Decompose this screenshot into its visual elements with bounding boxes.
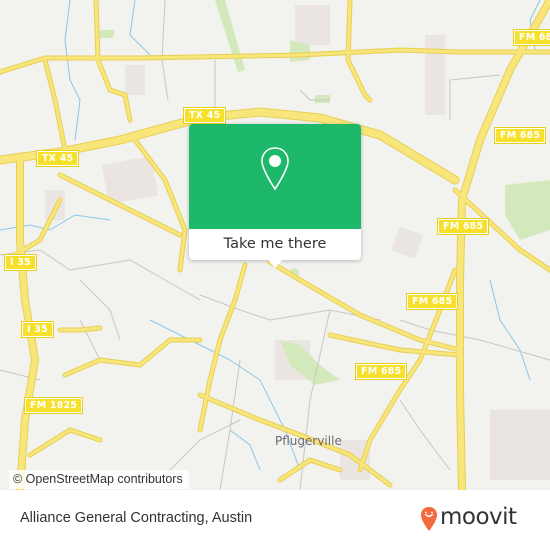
road-shield-tx45: TX 45 (35, 150, 80, 167)
road-shield-i35: I 35 (21, 321, 54, 338)
map-attribution[interactable]: © OpenStreetMap contributors (9, 470, 189, 489)
road-shield-fm1825: FM 1825 (23, 397, 84, 414)
popup-pointer (267, 259, 283, 268)
road-shield-i35: I 35 (4, 254, 37, 271)
popup-header (189, 124, 361, 229)
moovit-wordmark: moovit (440, 504, 517, 530)
location-popup: Take me there (189, 124, 361, 268)
map-pin-icon (261, 147, 289, 191)
road-shield-fm685: FM 685 (354, 363, 408, 380)
moovit-pin-icon (421, 507, 437, 531)
take-me-there-button[interactable]: Take me there (189, 229, 361, 260)
map[interactable]: TX 45 TX 45 FM 685 FM 685 FM 685 FM 685 … (0, 0, 550, 490)
place-label-pflugerville: Pflugerville (275, 434, 342, 448)
footer: Alliance General Contracting, Austin moo… (0, 490, 550, 550)
road-shield-fm685: FM 685 (493, 127, 547, 144)
road-shield-tx45: TX 45 (182, 107, 227, 124)
road-shield-fm685: FM 685 (405, 293, 459, 310)
location-title: Alliance General Contracting, Austin (20, 510, 253, 526)
road-shield-fm685: FM 685 (436, 218, 490, 235)
road-shield-fm685: FM 685 (512, 29, 550, 46)
